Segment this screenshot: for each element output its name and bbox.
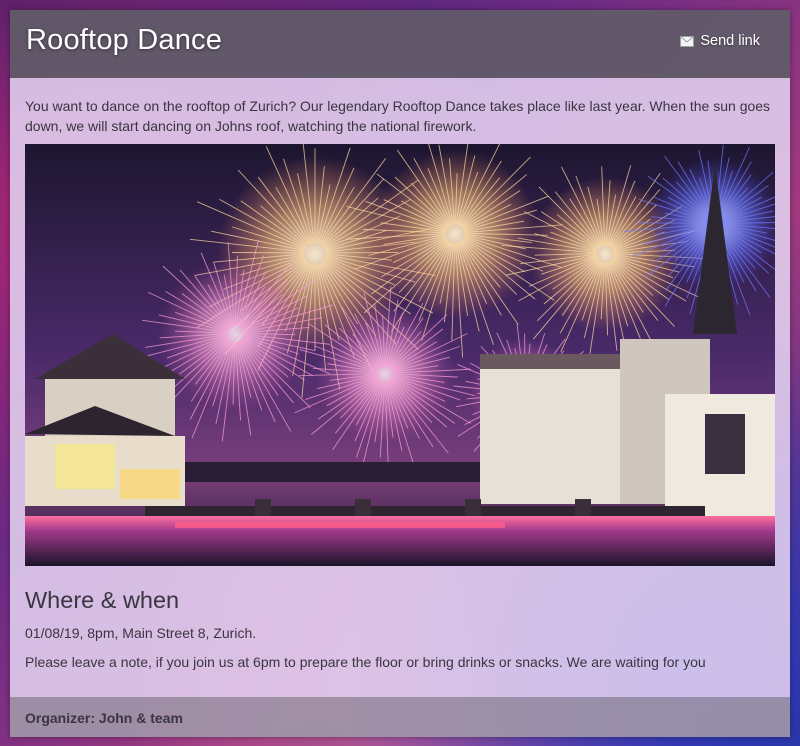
intro-text: You want to dance on the rooftop of Zuri… <box>25 98 771 134</box>
where-when-heading: Where & when <box>25 587 180 613</box>
envelope-icon <box>680 35 695 47</box>
card-body: You want to dance on the rooftop of Zuri… <box>10 78 790 697</box>
event-date-location: 01/08/19, 8pm, Main Street 8, Zurich. <box>25 625 257 641</box>
event-card: Rooftop Dance Send link You want to danc… <box>10 10 790 737</box>
fireworks-photo <box>25 144 775 566</box>
card-footer: Organizer: John & team <box>10 697 790 737</box>
card-header: Rooftop Dance Send link <box>10 10 790 78</box>
send-link-button[interactable]: Send link <box>680 33 760 49</box>
event-note: Please leave a note, if you join us at 6… <box>25 654 706 670</box>
send-link-label: Send link <box>700 33 760 49</box>
page-title: Rooftop Dance <box>26 24 223 56</box>
organizer-label: Organizer: John & team <box>25 710 183 726</box>
